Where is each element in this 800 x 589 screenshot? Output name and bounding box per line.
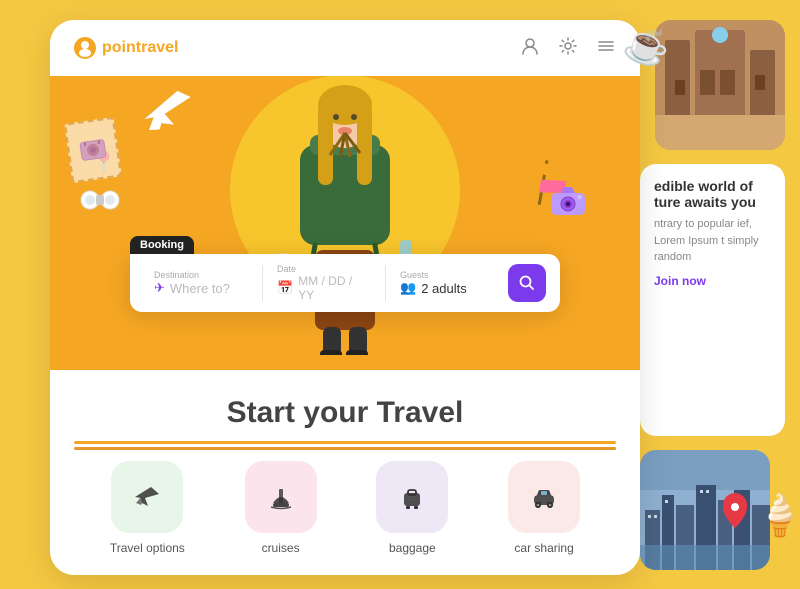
search-button[interactable] (508, 264, 546, 302)
category-cruises[interactable]: cruises (245, 461, 317, 555)
side-top-image (655, 20, 785, 150)
menu-icon[interactable] (596, 36, 616, 61)
destination-field[interactable]: Destination ✈ Where to? (144, 270, 258, 296)
categories-section: Travel options cruises (50, 461, 640, 555)
date-field[interactable]: Date 📅 MM / DD / YY (267, 264, 381, 302)
hero-title-section: Start your Travel (50, 396, 640, 430)
divider-lines (50, 441, 640, 450)
divider-line-2 (74, 447, 616, 450)
date-placeholder: MM / DD / YY (298, 274, 371, 302)
guests-field[interactable]: Guests 👥 2 adults (390, 270, 504, 296)
traveler-figure (245, 65, 445, 360)
logo-icon (74, 37, 96, 59)
side-bottom-image (640, 450, 770, 570)
app-header: pointravel (50, 20, 640, 76)
date-label: Date (277, 264, 371, 274)
booking-label: Booking (130, 236, 194, 254)
logo-text: pointravel (102, 39, 178, 57)
camera-right-decoration (548, 183, 588, 225)
category-travel[interactable]: Travel options (110, 461, 185, 555)
destination-value: ✈ Where to? (154, 280, 248, 296)
join-now-link[interactable]: Join now (654, 274, 771, 288)
hero-title: Start your Travel (50, 396, 640, 430)
ice-cream-decoration: 🍦 (755, 492, 800, 539)
binoculars-decoration (80, 185, 120, 220)
destination-icon: ✈ (154, 280, 165, 296)
side-info-card: edible world of ture awaits you ntrary t… (640, 164, 785, 436)
settings-icon[interactable] (558, 36, 578, 61)
app-logo: pointravel (74, 37, 178, 59)
cruises-label: cruises (262, 541, 300, 555)
category-baggage[interactable]: baggage (376, 461, 448, 555)
side-card-text: ntrary to popular ief, Lorem Ipsum t sim… (654, 216, 771, 266)
main-card: pointravel (50, 20, 640, 575)
stamp-decoration (64, 117, 122, 183)
travel-icon-wrap (111, 461, 183, 533)
side-card-title: edible world of ture awaits you (654, 178, 771, 210)
car-icon-wrap (508, 461, 580, 533)
side-panel: edible world of ture awaits you ntrary t… (640, 20, 785, 570)
guests-value: 👥 2 adults (400, 280, 494, 296)
travel-label: Travel options (110, 541, 185, 555)
guests-count: 2 adults (421, 281, 467, 296)
booking-bar: Destination ✈ Where to? Date 📅 MM / DD /… (130, 254, 560, 312)
baggage-label: baggage (389, 541, 436, 555)
destination-placeholder: Where to? (170, 281, 230, 296)
booking-bar-container: Booking Destination ✈ Where to? Date 📅 M… (130, 235, 560, 312)
guests-icon: 👥 (400, 280, 416, 296)
divider-1 (262, 265, 263, 301)
airplane-decoration (133, 81, 206, 148)
divider-2 (385, 265, 386, 301)
calendar-icon: 📅 (277, 280, 293, 296)
category-car-sharing[interactable]: car sharing (508, 461, 580, 555)
baggage-icon-wrap (376, 461, 448, 533)
date-value: 📅 MM / DD / YY (277, 274, 371, 302)
destination-label: Destination (154, 270, 248, 280)
header-actions (520, 36, 616, 61)
car-sharing-label: car sharing (514, 541, 573, 555)
guests-label: Guests (400, 270, 494, 280)
profile-icon[interactable] (520, 36, 540, 61)
cruises-icon-wrap (245, 461, 317, 533)
divider-line-1 (74, 441, 616, 444)
